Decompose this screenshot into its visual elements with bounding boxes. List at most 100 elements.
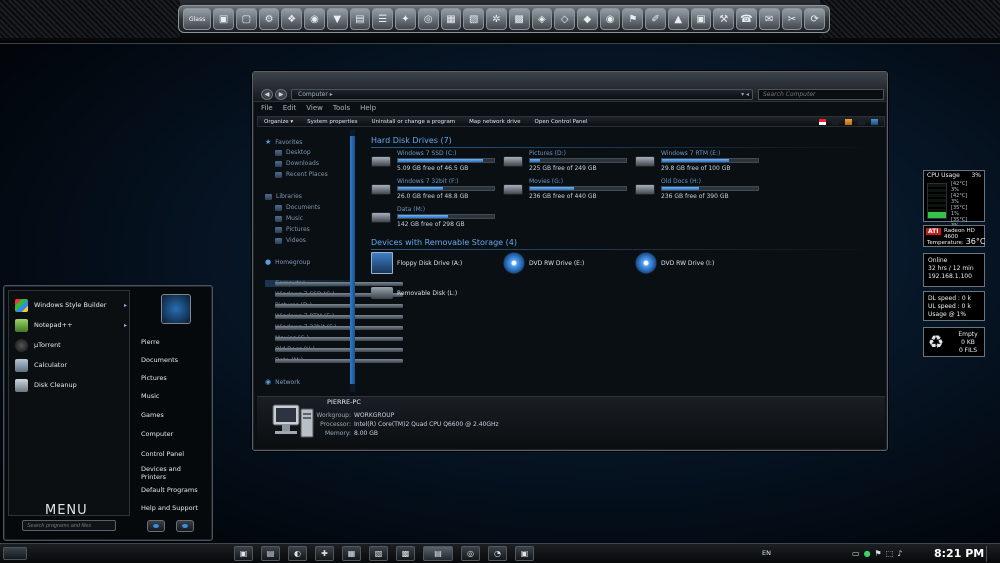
drive-tile-h[interactable]: Old Docs (H:) 236 GB free of 390 GB <box>635 178 763 204</box>
tray-icon[interactable]: ● <box>864 549 871 558</box>
drive-tile-e[interactable]: Windows 7 RTM (E:) 29.8 GB free of 100 G… <box>635 150 763 176</box>
menu-edit[interactable]: Edit <box>283 104 297 114</box>
nav-item-drive-h[interactable]: Old Docs (H:) <box>275 346 403 353</box>
program-utorrent[interactable]: µTorrent <box>15 337 127 353</box>
nav-item-drive-c[interactable]: Windows 7 SSD (C:) <box>275 291 403 298</box>
taskbar-app-icon[interactable]: ▦ <box>342 546 361 561</box>
open-control-panel-button[interactable]: Open Control Panel <box>535 119 588 125</box>
drive-tile-d[interactable]: Pictures (D:) 225 GB free of 249 GB <box>503 150 631 176</box>
place-help-and-support[interactable]: Help and Support <box>141 504 198 512</box>
nav-item-downloads[interactable]: Downloads <box>275 160 319 167</box>
dock-icon[interactable]: ▩ <box>508 8 530 30</box>
avatar[interactable] <box>161 294 191 324</box>
nav-network[interactable]: ◉ Network <box>265 378 300 386</box>
dock-icon[interactable]: ⚑ <box>622 8 644 30</box>
dock-icon[interactable]: ◇ <box>554 8 575 30</box>
dock-icon[interactable]: ✐ <box>645 8 666 30</box>
taskbar-app-icon[interactable]: ▧ <box>369 546 388 561</box>
scrollbar-thumb[interactable] <box>350 136 355 384</box>
nav-item-drive-e[interactable]: Windows 7 RTM (E:) <box>275 313 403 320</box>
place-games[interactable]: Games <box>141 411 164 419</box>
help-icon[interactable] <box>871 118 878 125</box>
nav-item-desktop[interactable]: Desktop <box>275 149 311 156</box>
show-desktop-button[interactable] <box>986 546 998 562</box>
taskbar-app-icon[interactable]: ▤ <box>261 546 280 561</box>
taskbar-app-icon[interactable]: ◎ <box>461 546 480 561</box>
dock-icon[interactable]: Glass <box>183 8 212 30</box>
dock-icon[interactable]: ✲ <box>486 8 507 30</box>
recycle-bin-gadget[interactable]: ♻ Empty 0 KB 0 FILS <box>923 327 985 357</box>
system-properties-button[interactable]: System properties <box>307 119 357 125</box>
dock-icon[interactable]: ◈ <box>531 8 553 30</box>
dock-icon[interactable]: ▲ <box>667 8 689 30</box>
gpu-gadget[interactable]: ATI Radeon HD 4600 Temperature: 36°C <box>923 225 985 247</box>
nav-libraries[interactable]: Libraries <box>265 193 302 200</box>
views-icon[interactable] <box>819 118 826 125</box>
nav-computer[interactable]: Computer <box>265 280 403 287</box>
dock-icon[interactable]: ▣ <box>213 8 234 30</box>
shutdown-options-button[interactable] <box>176 520 194 532</box>
dock-icon[interactable]: ▦ <box>440 8 462 30</box>
nav-item-drive-m[interactable]: Data (M:) <box>275 357 403 364</box>
nav-favorites[interactable]: ★ Favorites <box>265 138 302 146</box>
menu-view[interactable]: View <box>306 104 323 114</box>
navigation-scrollbar[interactable] <box>350 130 355 392</box>
place-default-programs[interactable]: Default Programs <box>141 486 198 494</box>
map-network-drive-button[interactable]: Map network drive <box>469 119 520 125</box>
dock-icon[interactable]: ✦ <box>395 8 416 30</box>
forward-button[interactable]: ▶ <box>275 89 287 100</box>
place-documents[interactable]: Documents <box>141 356 178 364</box>
start-search-input[interactable] <box>22 520 116 531</box>
dock-icon[interactable]: ☎ <box>736 8 757 30</box>
dock-icon[interactable]: ◎ <box>417 8 439 30</box>
dock-icon[interactable]: ◆ <box>576 8 598 30</box>
nav-item-music[interactable]: Music <box>275 215 303 222</box>
program-calculator[interactable]: Calculator <box>15 357 127 373</box>
dock-icon[interactable]: ▼ <box>326 8 348 30</box>
drive-tile-g[interactable]: Movies (G:) 236 GB free of 440 GB <box>503 178 631 204</box>
dock-icon[interactable]: ▧ <box>463 8 485 30</box>
menu-tools[interactable]: Tools <box>333 104 350 114</box>
dock-icon[interactable]: ◉ <box>599 8 621 30</box>
nav-item-drive-g[interactable]: Movies (G:) <box>275 335 403 342</box>
network-gadget[interactable]: Online 32 hrs / 12 min 192.168.1.100 <box>923 253 985 287</box>
taskbar-app-icon[interactable]: ▤ <box>423 546 453 561</box>
flag-icon[interactable]: ⚑ <box>875 549 882 558</box>
device-floppy[interactable]: Floppy Disk Drive (A:) <box>371 252 501 278</box>
preview-pane-icon[interactable] <box>845 118 852 125</box>
program-windows-style-builder[interactable]: Windows Style Builder ▸ <box>15 297 127 313</box>
place-pictures[interactable]: Pictures <box>141 374 167 382</box>
nav-item-drive-d[interactable]: Pictures (D:) <box>275 302 403 309</box>
network-icon[interactable]: ⬚ <box>886 549 894 558</box>
dock-icon[interactable]: ✉ <box>758 8 780 30</box>
nav-homegroup[interactable]: ● Homegroup <box>265 258 310 266</box>
volume-icon[interactable]: ♪ <box>897 549 902 558</box>
taskbar-app-icon[interactable]: ✚ <box>315 546 334 561</box>
taskbar-app-icon[interactable]: ◐ <box>288 546 307 561</box>
shutdown-button[interactable] <box>147 520 165 532</box>
dock-icon[interactable]: ▢ <box>235 8 257 30</box>
taskbar-app-icon[interactable]: ▣ <box>515 546 534 561</box>
place-music[interactable]: Music <box>141 392 160 400</box>
taskbar-app-icon[interactable]: ▣ <box>234 546 253 561</box>
place-devices-and-printers[interactable]: Devices and Printers <box>141 465 191 481</box>
dock-icon[interactable]: ◉ <box>304 8 325 30</box>
search-input[interactable] <box>758 89 884 100</box>
menu-file[interactable]: File <box>261 104 273 114</box>
removable-group-header[interactable]: Devices with Removable Storage (4) <box>371 238 517 247</box>
taskbar-app-icon[interactable]: ◔ <box>488 546 507 561</box>
dock-icon[interactable]: ⚙ <box>258 8 280 30</box>
nav-item-pictures[interactable]: Pictures <box>275 226 310 233</box>
language-indicator[interactable]: EN <box>762 549 771 557</box>
program-notepad-plus-plus[interactable]: Notepad++ ▸ <box>15 317 127 333</box>
dock-icon[interactable]: ☰ <box>372 8 394 30</box>
dock-icon[interactable]: ▣ <box>690 8 712 30</box>
nav-item-documents[interactable]: Documents <box>275 204 320 211</box>
network-speed-gadget[interactable]: DL speed : 0 k UL speed : 0 k Usage @ 1% <box>923 291 985 321</box>
device-dvd-i[interactable]: DVD RW Drive (I:) <box>635 252 765 278</box>
menu-help[interactable]: Help <box>360 104 376 114</box>
dock-icon[interactable]: ⚒ <box>713 8 735 30</box>
program-disk-cleanup[interactable]: Disk Cleanup <box>15 377 127 393</box>
nav-item-drive-f[interactable]: Windows 7 32bit (F:) <box>275 324 403 331</box>
dock-icon[interactable]: ✂ <box>781 8 803 30</box>
